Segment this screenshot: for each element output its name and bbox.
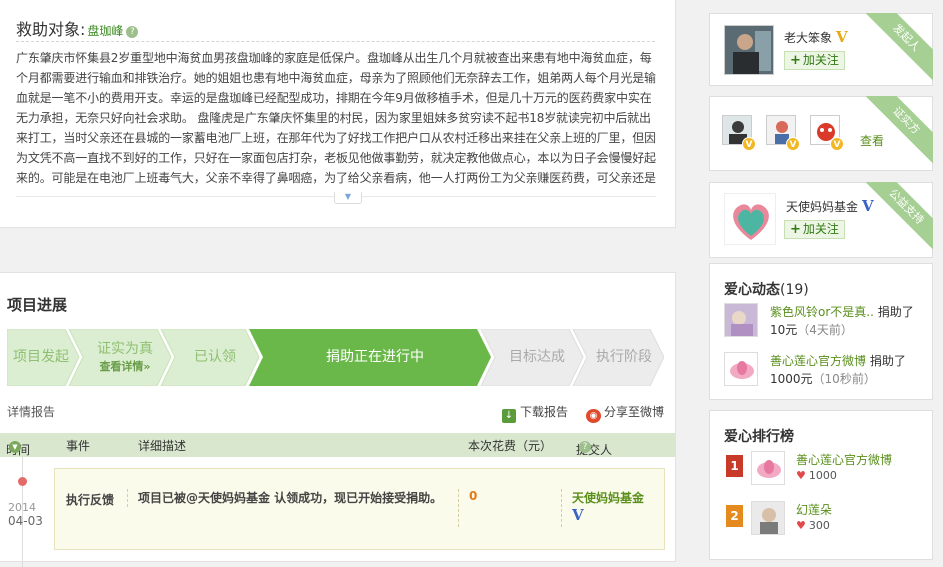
initiator-name[interactable]: 老大笨象 V (784, 28, 848, 46)
view-witnesses-link[interactable]: 查看 (860, 132, 884, 149)
col-event: 事件 (66, 439, 91, 453)
donor-name[interactable]: 善心莲心官方微博 (770, 354, 866, 368)
col-cost: 本次花费（元） (468, 439, 553, 453)
ranking-card: 爱心排行榜 1 善心莲心官方微博 ♥ 1000 2 幻莲朵 ♥ 300 (709, 410, 933, 560)
timeline-date: 04-03 (8, 514, 43, 528)
rank-badge: 1 (726, 455, 743, 477)
verified-gold-icon: V (786, 137, 800, 151)
verified-blue-icon: V (862, 197, 874, 215)
expand-chevron-icon[interactable]: ▼ (334, 192, 362, 204)
charity-card: 公益支持 天使妈妈基金 V + 加关注 (709, 182, 933, 258)
witness-card: 证实方 V V V 查看 (709, 96, 933, 171)
follow-button[interactable]: + 加关注 (784, 51, 845, 70)
step-claimed: 已认领 (194, 349, 236, 365)
step-goal-reached: 目标达成 (509, 349, 565, 365)
charity-logo[interactable] (724, 193, 776, 245)
row-submitter: 天使妈妈基金 V (561, 489, 644, 527)
timeline-header: 时间▼ 事件 详细描述 本次花费（元） 提交人? (0, 433, 676, 457)
timeline-year: 2014 (8, 501, 36, 514)
ribbon: 公益支持 (863, 182, 933, 252)
verified-gold-icon: V (836, 28, 848, 46)
row-event: 执行反馈 (66, 493, 115, 507)
verified-gold-icon: V (830, 137, 844, 151)
help-question-icon[interactable]: ? (126, 26, 139, 38)
download-report-button[interactable]: ↓ 下载报告 (502, 403, 568, 423)
rank-badge: 2 (726, 505, 743, 527)
donor-name[interactable]: 紫色风铃or不是真.. (770, 305, 874, 319)
verified-blue-icon: V (572, 506, 584, 524)
divider (16, 41, 655, 42)
avatar[interactable] (724, 25, 774, 75)
step-verified[interactable]: 证实为真 查看详情» (81, 329, 169, 386)
rank-name[interactable]: 善心莲心官方微博 (796, 451, 892, 468)
submitter-link[interactable]: 天使妈妈基金 (572, 489, 644, 506)
ribbon: 证实方 (863, 96, 933, 166)
beneficiary-panel: 救助对象: 盘珈峰? 广东肇庆市怀集县2岁重型地中海贫血男孩盘珈峰的家庭是低保户。… (0, 0, 676, 228)
heart-icon: ♥ (796, 519, 806, 532)
row-cost: 0 (458, 489, 477, 527)
step-in-progress: 捐助正在进行中 (326, 349, 424, 365)
beneficiary-description: 广东肇庆市怀集县2岁重型地中海贫血男孩盘珈峰的家庭是低保户。盘珈峰从出生几个月就… (16, 51, 656, 185)
share-weibo-button[interactable]: ◉ 分享至微博 (586, 403, 664, 423)
avatar[interactable] (751, 451, 785, 485)
timeline-row: 执行反馈 项目已被@天使妈妈基金 认领成功，现已开始接受捐助。 0 天使妈妈基金… (54, 468, 665, 550)
rank-score: ♥ 1000 (796, 469, 837, 482)
step-initiated: 项目发起 (13, 349, 69, 365)
heart-icon: ♥ (796, 469, 806, 482)
beneficiary-label: 救助对象: (16, 20, 86, 39)
download-icon: ↓ (502, 409, 516, 423)
avatar[interactable] (724, 303, 758, 337)
charity-name[interactable]: 天使妈妈基金 V (786, 197, 874, 215)
progress-steps: 项目发起 证实为真 查看详情» 已认领 捐助正在进行中 目标达成 执行阶段 (7, 329, 664, 386)
progress-panel: 项目进展 项目发起 证实为真 查看详情» 已认领 捐助正在进行中 目标达成 执行阶… (0, 272, 676, 567)
progress-title: 项目进展 (7, 296, 68, 314)
beneficiary-title: 救助对象: 盘珈峰? (16, 16, 139, 40)
rank-name[interactable]: 幻莲朵 (796, 501, 832, 518)
weibo-icon: ◉ (586, 409, 601, 423)
avatar[interactable] (724, 352, 758, 386)
timeline-dot (18, 477, 27, 486)
row-description: 项目已被@天使妈妈基金 认领成功，现已开始接受捐助。 (127, 489, 457, 507)
sort-arrow-icon[interactable]: ▼ (9, 441, 21, 453)
initiator-card: 发起人 老大笨象 V + 加关注 (709, 13, 933, 86)
rank-score: ♥ 300 (796, 519, 830, 532)
detail-report-link[interactable]: 详情报告 (7, 403, 55, 420)
help-question-icon[interactable]: ? (579, 441, 591, 453)
step-execution: 执行阶段 (596, 349, 652, 365)
verified-gold-icon: V (742, 137, 756, 151)
activity-title: 爱心动态(19) (724, 282, 809, 298)
follow-button[interactable]: + 加关注 (784, 220, 845, 239)
view-details-link[interactable]: 查看详情» (99, 358, 150, 375)
col-description: 详细描述 (138, 439, 187, 453)
activity-card: 爱心动态(19) 紫色风铃or不是真.. 捐助了 10元（4天前） 善心莲心官方… (709, 263, 933, 400)
avatar[interactable] (751, 501, 785, 535)
beneficiary-name[interactable]: 盘珈峰 (87, 24, 123, 38)
ranking-title: 爱心排行榜 (724, 429, 794, 445)
ribbon: 发起人 (863, 13, 933, 83)
